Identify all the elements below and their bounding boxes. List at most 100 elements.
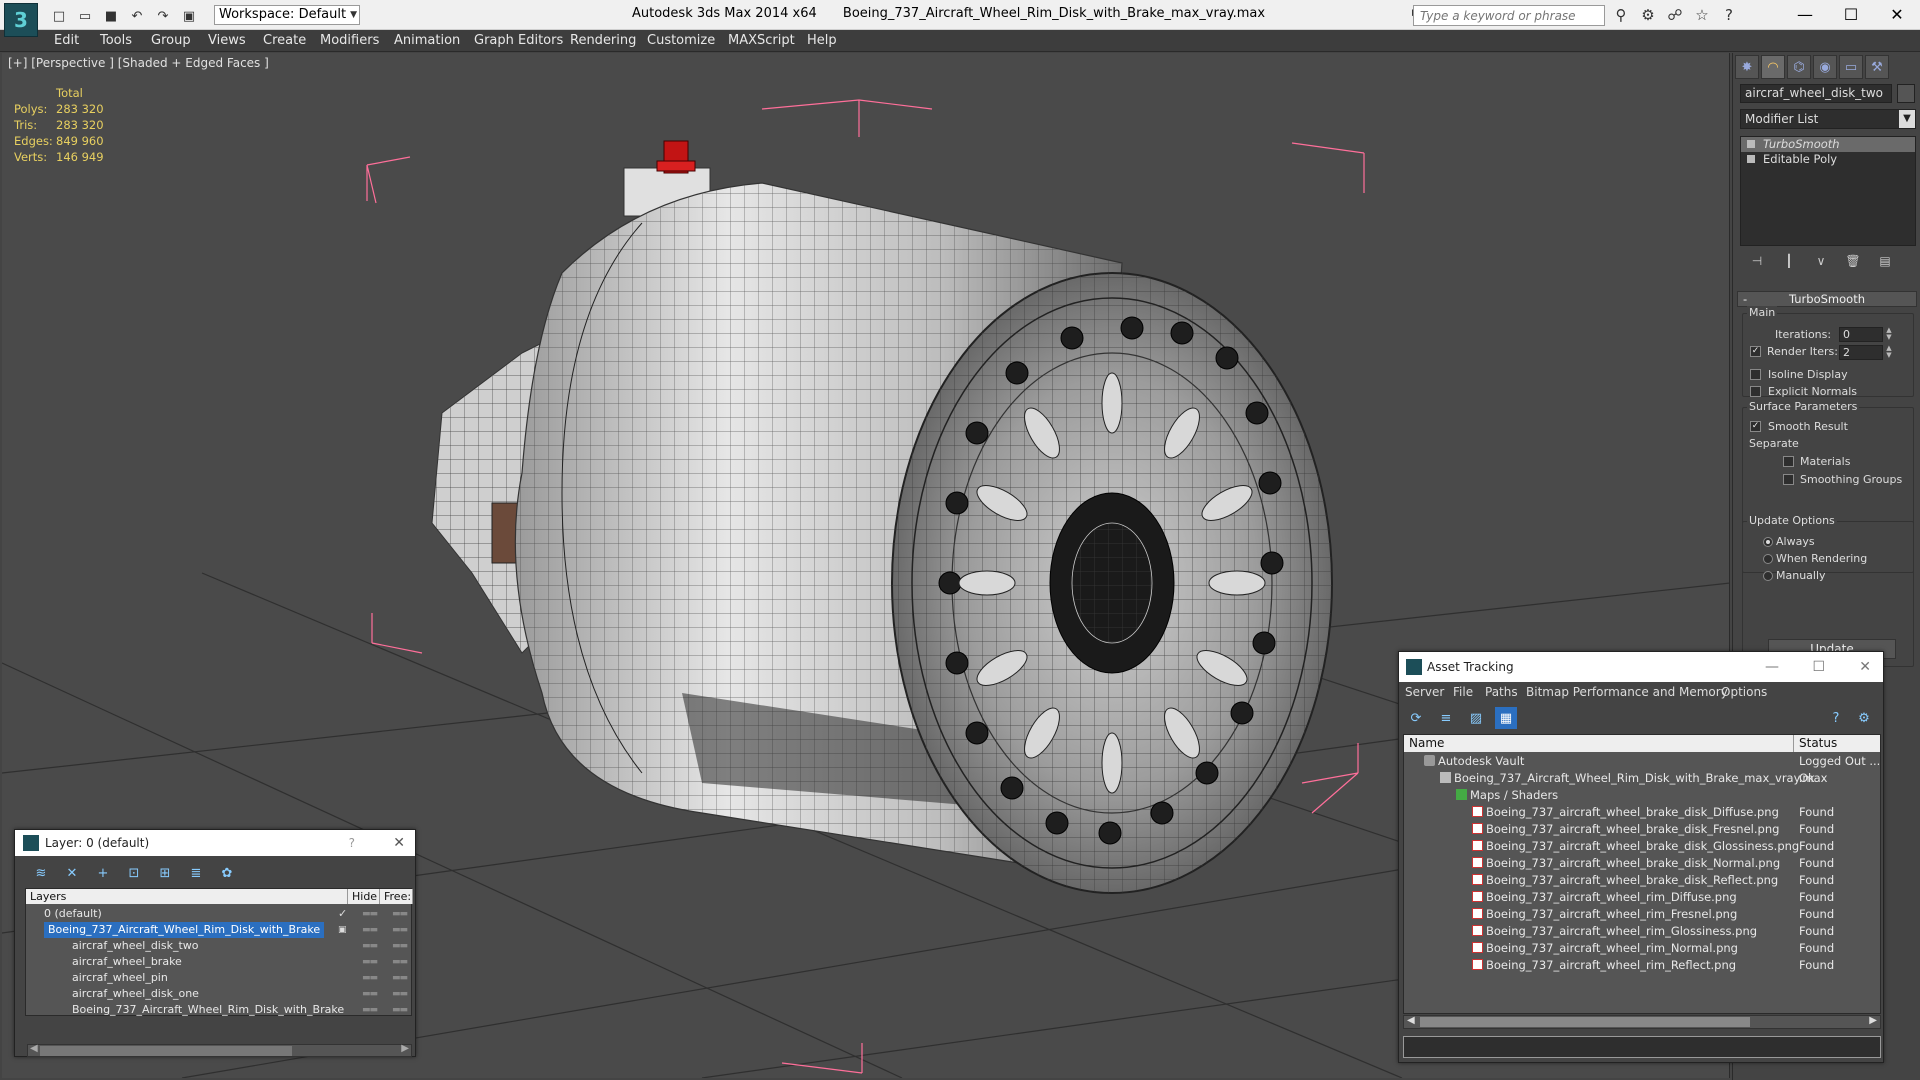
scrollbar-thumb[interactable] — [40, 1046, 292, 1056]
search-box[interactable] — [1413, 5, 1605, 26]
communication-icon[interactable]: ☍ — [1664, 4, 1686, 26]
asset-menu-bitmap[interactable]: Bitmap Performance and Memory — [1526, 685, 1728, 699]
display-tab-icon[interactable]: ▭ — [1839, 55, 1863, 79]
menu-rendering[interactable]: Rendering — [570, 33, 636, 48]
scroll-right-icon[interactable]: ▶ — [1869, 1015, 1877, 1026]
layer-row[interactable]: Boeing_737_Aircraft_Wheel_Rim_Disk_with_… — [26, 922, 411, 938]
scroll-left-icon[interactable]: ◀ — [30, 1043, 38, 1054]
always-radio[interactable] — [1763, 537, 1773, 547]
workspace-select[interactable]: Workspace: Default ▼ — [214, 5, 360, 25]
table-view-icon[interactable]: ▦ — [1495, 707, 1517, 729]
explicit-normals-checkbox[interactable] — [1750, 386, 1761, 397]
utilities-tab-icon[interactable]: ⚒ — [1865, 55, 1889, 79]
asset-row[interactable]: Maps / Shaders — [1404, 787, 1880, 804]
help-icon[interactable]: ? — [1718, 4, 1740, 26]
manually-radio[interactable] — [1763, 571, 1773, 581]
when-rendering-radio[interactable] — [1763, 554, 1773, 564]
favorites-star-icon[interactable]: ☆ — [1691, 4, 1713, 26]
maximize-icon[interactable]: ☐ — [1828, 0, 1874, 28]
smoothing-groups-checkbox[interactable] — [1783, 474, 1794, 485]
layer-row[interactable]: aircraf_wheel_disk_one ▬▬ ▬▬ — [26, 986, 411, 1002]
isoline-display-checkbox[interactable] — [1750, 369, 1761, 380]
menu-customize[interactable]: Customize — [647, 33, 715, 48]
undo-icon[interactable]: ↶ — [126, 6, 148, 26]
help-icon[interactable]: ? — [349, 830, 355, 856]
menu-tools[interactable]: Tools — [100, 33, 132, 48]
menu-animation[interactable]: Animation — [394, 33, 460, 48]
asset-menu-options[interactable]: Options — [1721, 685, 1767, 699]
asset-row[interactable]: Boeing_737_aircraft_wheel_rim_Normal.png… — [1404, 940, 1880, 957]
list-view-icon[interactable]: ≡ — [1435, 707, 1457, 729]
select-layer-icon[interactable]: ⊞ — [153, 862, 177, 884]
stack-item-editable-poly[interactable]: Editable Poly — [1741, 152, 1915, 167]
menu-maxscript[interactable]: MAXScript — [728, 33, 795, 48]
column-layers[interactable]: Layers — [26, 889, 348, 904]
asset-row[interactable]: Boeing_737_aircraft_wheel_brake_disk_Nor… — [1404, 855, 1880, 872]
spinner-arrows-icon[interactable]: ▲ ▼ — [1885, 327, 1893, 342]
select-objects-icon[interactable]: ⊡ — [122, 862, 146, 884]
iterations-spinner[interactable]: 0 — [1839, 327, 1883, 342]
save-file-icon[interactable]: ■ — [100, 6, 122, 26]
menu-modifiers[interactable]: Modifiers — [320, 33, 379, 48]
layer-row[interactable]: aircraf_wheel_pin ▬▬ ▬▬ — [26, 970, 411, 986]
render-iters-spinner[interactable]: 2 — [1839, 345, 1883, 360]
create-tab-icon[interactable]: ✸ — [1735, 55, 1759, 79]
render-iters-checkbox[interactable]: ✓ — [1750, 346, 1761, 357]
scroll-right-icon[interactable]: ▶ — [401, 1043, 409, 1054]
close-icon[interactable]: ✕ — [1859, 652, 1871, 682]
asset-dialog-titlebar[interactable]: Asset Tracking — ☐ ✕ — [1399, 652, 1883, 682]
layer-row[interactable]: Boeing_737_Aircraft_Wheel_Rim_Disk_with_… — [26, 1002, 411, 1018]
column-freeze[interactable]: Free: — [380, 889, 413, 904]
settings-icon[interactable]: ⚙ — [1853, 707, 1875, 729]
asset-row[interactable]: Boeing_737_aircraft_wheel_brake_disk_Ref… — [1404, 872, 1880, 889]
binoculars-icon[interactable]: ⚲ — [1610, 4, 1632, 26]
minimize-icon[interactable]: — — [1765, 652, 1779, 682]
motion-tab-icon[interactable]: ◉ — [1813, 55, 1837, 79]
asset-row[interactable]: Boeing_737_Aircraft_Wheel_Rim_Disk_with_… — [1404, 770, 1880, 787]
column-status[interactable]: Status — [1794, 735, 1880, 752]
asset-menu-paths[interactable]: Paths — [1485, 685, 1518, 699]
make-unique-icon[interactable]: ∨ — [1811, 251, 1831, 271]
show-end-result-icon[interactable]: ┃ — [1779, 251, 1799, 271]
object-color-swatch[interactable] — [1897, 84, 1915, 103]
asset-row[interactable]: Boeing_737_aircraft_wheel_rim_Fresnel.pn… — [1404, 906, 1880, 923]
refresh-icon[interactable]: ⟳ — [1405, 707, 1427, 729]
current-layer-icon[interactable]: ≣ — [184, 862, 208, 884]
asset-menu-file[interactable]: File — [1453, 685, 1473, 699]
expand-icon[interactable] — [1747, 155, 1755, 163]
asset-row[interactable]: Boeing_737_aircraft_wheel_rim_Glossiness… — [1404, 923, 1880, 940]
layer-row[interactable]: aircraf_wheel_brake ▬▬ ▬▬ — [26, 954, 411, 970]
close-icon[interactable]: ✕ — [393, 830, 405, 856]
asset-row[interactable]: Boeing_737_aircraft_wheel_rim_Reflect.pn… — [1404, 957, 1880, 974]
lightbulb-icon[interactable] — [1747, 140, 1755, 148]
asset-menu-server[interactable]: Server — [1405, 685, 1444, 699]
object-name-field[interactable]: aircraf_wheel_disk_two — [1740, 84, 1892, 103]
asset-row[interactable]: Boeing_737_aircraft_wheel_brake_disk_Glo… — [1404, 838, 1880, 855]
menu-help[interactable]: Help — [807, 33, 837, 48]
open-file-icon[interactable]: ▭ — [74, 6, 96, 26]
layer-row[interactable]: 0 (default) ✓ ▬▬ ▬▬ — [26, 906, 411, 922]
help-icon[interactable]: ? — [1825, 707, 1847, 729]
asset-row[interactable]: Boeing_737_aircraft_wheel_brake_disk_Fre… — [1404, 821, 1880, 838]
asset-row[interactable]: Boeing_737_aircraft_wheel_brake_disk_Dif… — [1404, 804, 1880, 821]
modify-tab-icon[interactable]: ◠ — [1761, 55, 1785, 79]
layer-row[interactable]: aircraf_wheel_disk_two ▬▬ ▬▬ — [26, 938, 411, 954]
column-name[interactable]: Name — [1404, 735, 1794, 752]
layer-dialog-titlebar[interactable]: Layer: 0 (default) ? ✕ — [15, 830, 415, 856]
app-logo-icon[interactable]: 3 — [4, 3, 38, 37]
materials-checkbox[interactable] — [1783, 456, 1794, 467]
subscription-icon[interactable]: ⚙ — [1637, 4, 1659, 26]
asset-row[interactable]: Boeing_737_aircraft_wheel_rim_Diffuse.pn… — [1404, 889, 1880, 906]
scrollbar-thumb[interactable] — [1420, 1017, 1750, 1027]
add-to-layer-icon[interactable]: + — [91, 862, 115, 884]
minimize-icon[interactable]: — — [1782, 0, 1828, 28]
asset-horizontal-scrollbar[interactable]: ◀ ▶ — [1403, 1015, 1881, 1029]
layer-horizontal-scrollbar[interactable]: ◀ ▶ — [27, 1043, 412, 1057]
menu-create[interactable]: Create — [263, 33, 306, 48]
remove-modifier-icon[interactable]: 🗑 — [1843, 251, 1863, 271]
delete-layer-icon[interactable]: ✕ — [60, 862, 84, 884]
create-layer-icon[interactable]: ≋ — [29, 862, 53, 884]
menu-edit[interactable]: Edit — [54, 33, 79, 48]
viewport-label[interactable]: [+] [Perspective ] [Shaded + Edged Faces… — [8, 56, 269, 70]
scroll-left-icon[interactable]: ◀ — [1407, 1015, 1415, 1026]
